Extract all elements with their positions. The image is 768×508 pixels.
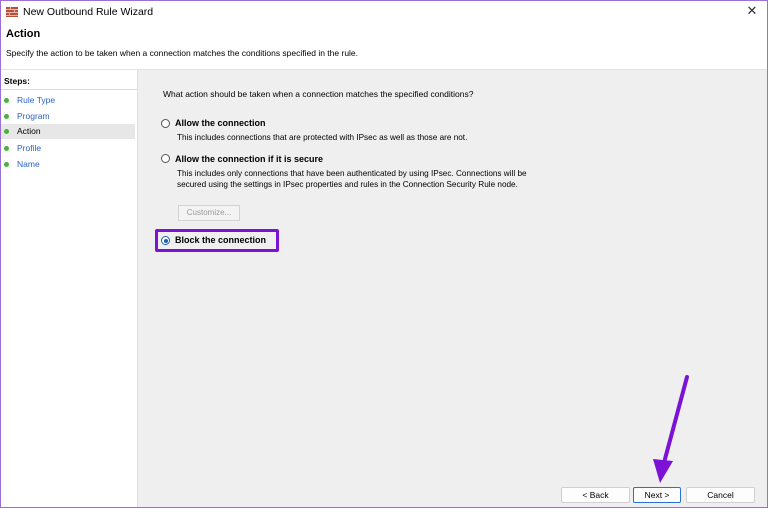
page-title: Action <box>6 28 41 40</box>
step-bullet-icon <box>4 146 9 151</box>
step-label: Rule Type <box>17 95 56 105</box>
step-label: Program <box>17 111 50 121</box>
step-label: Action <box>17 126 41 136</box>
allow-secure-label[interactable]: Allow the connection if it is secure <box>175 154 323 164</box>
next-button[interactable]: Next > <box>633 487 681 503</box>
block-label[interactable]: Block the connection <box>175 235 266 245</box>
allow-secure-radio[interactable] <box>161 154 170 163</box>
page-header: Action Specify the action to be taken wh… <box>1 23 767 70</box>
step-bullet-icon <box>4 98 9 103</box>
page-description: Specify the action to be taken when a co… <box>6 48 359 58</box>
steps-panel: Steps: Rule Type Program Action Profile … <box>1 70 138 507</box>
block-radio[interactable] <box>161 236 170 245</box>
step-profile[interactable]: Profile <box>1 141 135 156</box>
step-bullet-icon <box>4 162 9 167</box>
back-button[interactable]: < Back <box>561 487 630 503</box>
close-icon[interactable]: ✕ <box>745 4 759 18</box>
step-action[interactable]: Action <box>1 124 135 139</box>
allow-secure-description: This includes only connections that have… <box>177 169 527 189</box>
allow-description: This includes connections that are prote… <box>177 133 468 142</box>
step-label: Name <box>17 159 40 169</box>
step-label: Profile <box>17 143 42 153</box>
steps-divider <box>1 89 137 90</box>
step-name[interactable]: Name <box>1 157 135 172</box>
cancel-button[interactable]: Cancel <box>686 487 755 503</box>
steps-heading: Steps: <box>4 76 30 86</box>
wizard-window: New Outbound Rule Wizard ✕ Action Specif… <box>0 0 768 508</box>
window-title: New Outbound Rule Wizard <box>23 6 154 18</box>
step-bullet-icon <box>4 129 9 134</box>
action-question: What action should be taken when a conne… <box>163 89 474 99</box>
firewall-icon <box>6 7 18 17</box>
step-rule-type[interactable]: Rule Type <box>1 93 135 108</box>
step-program[interactable]: Program <box>1 109 135 124</box>
title-bar: New Outbound Rule Wizard ✕ <box>1 1 767 23</box>
allow-label[interactable]: Allow the connection <box>175 118 266 128</box>
customize-button[interactable]: Customize... <box>178 205 240 221</box>
step-bullet-icon <box>4 114 9 119</box>
allow-radio[interactable] <box>161 119 170 128</box>
main-panel: What action should be taken when a conne… <box>138 70 767 507</box>
